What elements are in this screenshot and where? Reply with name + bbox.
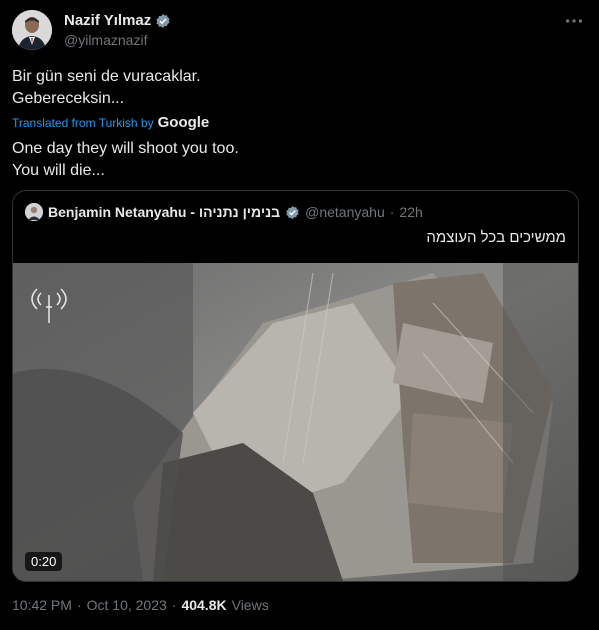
quoted-author-name: Benjamin Netanyahu - בנימין נתניהו [48,204,281,220]
author-name-row: Nazif Yılmaz [64,12,171,29]
more-options-icon[interactable] [561,10,587,32]
translation-attribution: Translated from Turkish by Google [12,114,209,131]
video-frame [13,263,578,581]
quoted-author-avatar [25,203,43,221]
translated-text-line: One day they will shoot you too. [12,140,239,157]
tweet-header: Nazif Yılmaz @yilmaznazif [12,10,587,52]
tweet-date[interactable]: Oct 10, 2023 [87,597,167,613]
quoted-tweet-text: ממשיכים בכל העוצמה [426,229,566,246]
verified-badge-icon [155,13,171,29]
quoted-tweet-time: 22h [399,204,423,220]
author-avatar[interactable] [12,10,52,50]
video-duration: 0:20 [25,552,63,571]
quoted-author-handle: @netanyahu [305,204,385,220]
translated-label[interactable]: Translated from Turkish by [12,116,154,130]
quoted-tweet-header: Benjamin Netanyahu - בנימין נתניהו @neta… [25,203,423,221]
author-name[interactable]: Nazif Yılmaz [64,12,151,29]
tweet-meta: 10:42 PM · Oct 10, 2023 · 404.8K Views [12,597,269,613]
quoted-tweet[interactable]: Benjamin Netanyahu - בנימין נתניהו @neta… [12,190,579,582]
separator-dot: · [171,597,177,613]
translated-text: One day they will shoot you too. You wil… [12,138,239,182]
verified-badge-icon [285,205,300,220]
separator-dot: · [389,204,395,220]
separator-dot: · [76,597,82,613]
tweet-text-line: Gebereceksin... [12,90,125,107]
tweet-text-line: Bir gün seni de vuracaklar. [12,68,201,85]
views-label: Views [231,597,269,613]
translated-text-line: You will die... [12,162,105,179]
tweet-text: Bir gün seni de vuracaklar. Gebereceksin… [12,66,201,110]
author-handle[interactable]: @yilmaznazif [64,32,147,48]
views-count: 404.8K [181,597,227,613]
video-player[interactable]: 0:20 [13,263,578,581]
google-logo: Google [157,114,210,131]
tweet-time[interactable]: 10:42 PM [12,597,72,613]
